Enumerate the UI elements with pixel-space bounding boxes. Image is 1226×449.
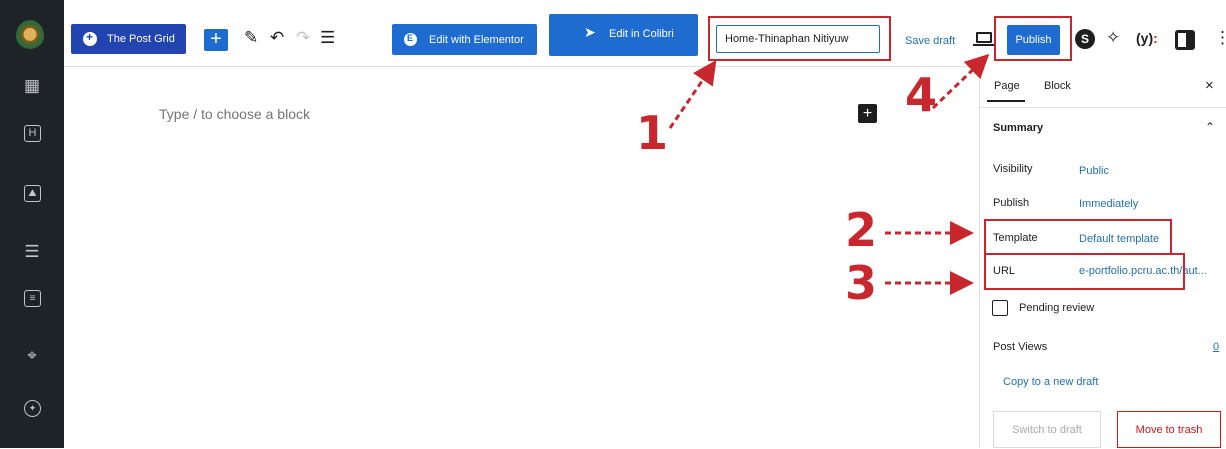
arrow-1 (668, 60, 717, 129)
arrow-4 (931, 53, 990, 110)
annotation-arrows (668, 53, 990, 295)
